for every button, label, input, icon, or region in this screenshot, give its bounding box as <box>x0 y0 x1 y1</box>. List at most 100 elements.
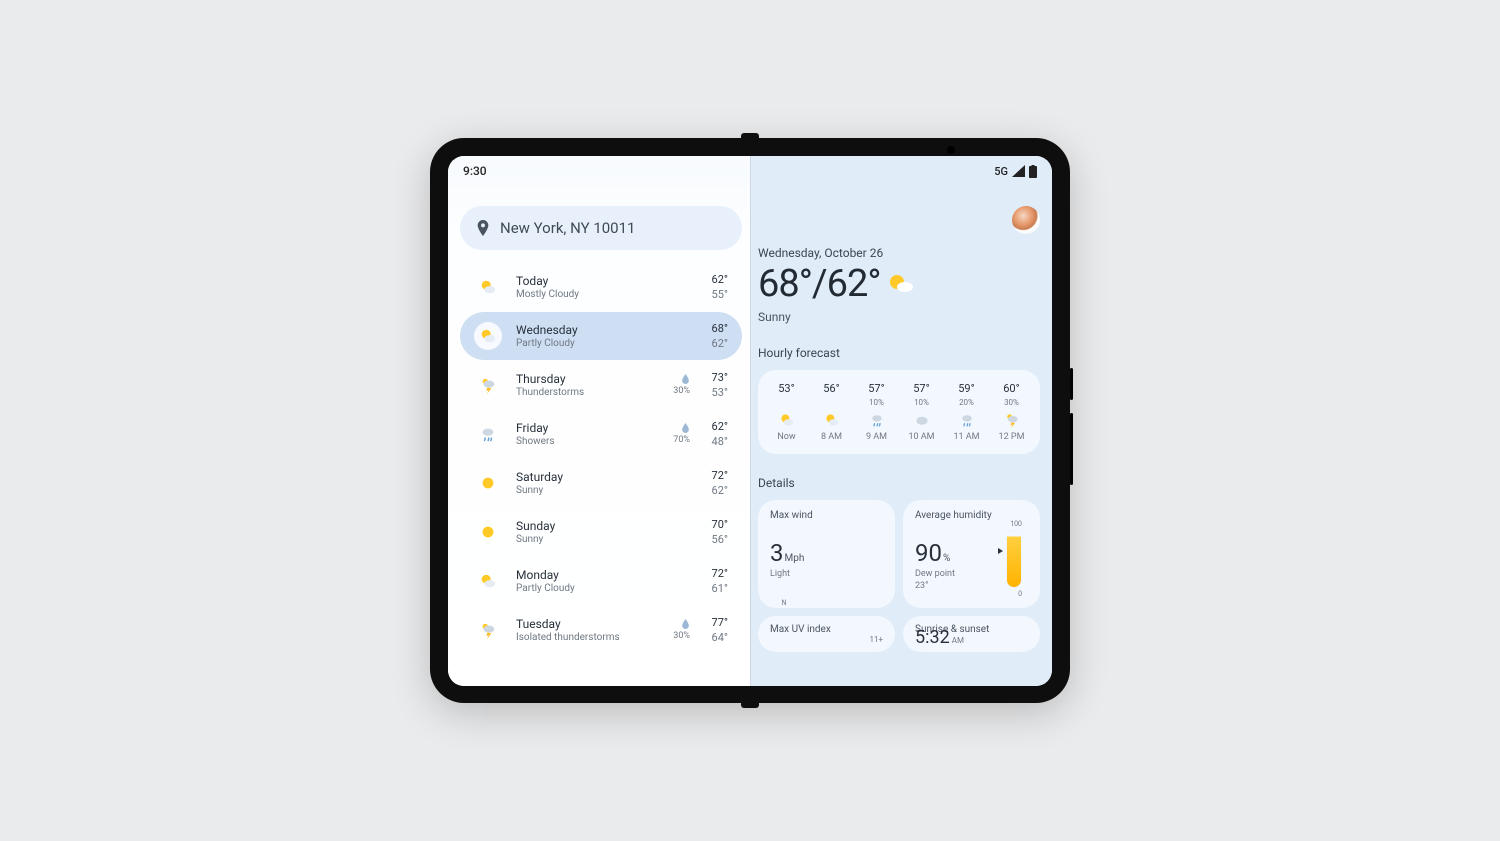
day-name: Sunday <box>516 519 664 533</box>
day-precip: 70% <box>664 423 690 445</box>
device-side-button <box>1070 413 1073 485</box>
hour-label: 8 AM <box>821 432 842 442</box>
day-row[interactable]: Tuesday Isolated thunderstorms 30% 77° 6… <box>460 606 742 654</box>
day-condition: Isolated thunderstorms <box>516 632 664 643</box>
day-precip: 30% <box>664 619 690 641</box>
hour-temp: 53° <box>778 382 794 395</box>
rain-icon <box>868 411 886 429</box>
day-low: 62° <box>712 484 728 497</box>
foldable-device-frame: 9:30 New York, NY 10011 Today Mostly Clo… <box>430 138 1070 703</box>
day-name: Thursday <box>516 372 664 386</box>
hour-temp: 56° <box>823 382 839 395</box>
storm-icon <box>1003 411 1021 429</box>
details-section-title: Details <box>758 476 1040 490</box>
rain-icon <box>474 420 502 448</box>
hour-label: 11 AM <box>953 432 979 442</box>
location-pin-icon <box>476 220 490 236</box>
hour-label: 9 AM <box>866 432 887 442</box>
partly-icon <box>474 322 502 350</box>
day-low: 61° <box>712 582 728 595</box>
hour-column[interactable]: 60° 30% 12 PM <box>990 382 1034 442</box>
humidity-value: 90 <box>915 539 942 567</box>
profile-avatar[interactable] <box>1012 206 1040 234</box>
day-low: 53° <box>712 386 728 399</box>
day-high: 68° <box>712 322 728 335</box>
hero-low-temp: /62° <box>812 262 881 306</box>
day-low: 64° <box>712 631 728 644</box>
rain-icon <box>958 411 976 429</box>
max-wind-card[interactable]: Max wind 3 Mph Light N <box>758 500 895 608</box>
device-screen: 9:30 New York, NY 10011 Today Mostly Clo… <box>448 156 1052 686</box>
day-high: 70° <box>712 518 728 531</box>
day-row[interactable]: Today Mostly Cloudy 62° 55° <box>460 263 742 311</box>
hour-column[interactable]: 56° 8 AM <box>810 382 854 442</box>
sunrise-sunset-card[interactable]: Sunrise & sunset 5:32 AM <box>903 616 1040 652</box>
day-name: Saturday <box>516 470 664 484</box>
day-condition: Thunderstorms <box>516 387 664 398</box>
sun-icon <box>474 518 502 546</box>
location-search[interactable]: New York, NY 10011 <box>460 206 742 250</box>
forecast-list-panel: 9:30 New York, NY 10011 Today Mostly Clo… <box>448 156 750 686</box>
humidity-gauge-icon: 100 0 <box>1006 530 1022 588</box>
day-condition: Sunny <box>516 534 664 545</box>
storm-icon <box>474 371 502 399</box>
day-condition: Partly Cloudy <box>516 338 664 349</box>
day-high: 62° <box>712 273 728 286</box>
current-weather-hero: Wednesday, October 26 68°/62° Sunny <box>758 246 1040 324</box>
sunrise-ampm: AM <box>952 636 964 645</box>
day-low: 48° <box>712 435 728 448</box>
partly-icon <box>823 411 841 429</box>
day-row[interactable]: Wednesday Partly Cloudy 68° 62° <box>460 312 742 360</box>
wind-value: 3 <box>770 539 784 567</box>
hour-column[interactable]: 57° 10% 10 AM <box>900 382 944 442</box>
partly-icon <box>474 273 502 301</box>
partly-cloudy-icon <box>887 262 915 306</box>
hour-temp: 57° <box>913 382 929 395</box>
day-condition: Showers <box>516 436 664 447</box>
day-precip: 30% <box>664 374 690 396</box>
day-row[interactable]: Friday Showers 70% 62° 48° <box>460 410 742 458</box>
hour-precip: 20% <box>959 398 974 408</box>
detail-panel: 5G Wednesday, October 26 68°/62° Sunny H… <box>750 156 1052 686</box>
day-low: 55° <box>712 288 728 301</box>
hour-column[interactable]: 57° 10% 9 AM <box>855 382 899 442</box>
day-high: 62° <box>712 420 728 433</box>
hour-column[interactable]: 59° 20% 11 AM <box>945 382 989 442</box>
hourly-section-title: Hourly forecast <box>758 346 1040 360</box>
network-label: 5G <box>994 165 1008 178</box>
day-condition: Mostly Cloudy <box>516 289 664 300</box>
wind-unit: Mph <box>785 553 805 564</box>
hour-precip: 10% <box>869 398 884 408</box>
day-condition: Partly Cloudy <box>516 583 664 594</box>
cloud-icon <box>913 411 931 429</box>
detail-title: Max UV index <box>770 624 883 635</box>
day-name: Today <box>516 274 664 288</box>
partly-icon <box>474 567 502 595</box>
daily-forecast-list[interactable]: Today Mostly Cloudy 62° 55° Wednesday Pa… <box>460 262 742 686</box>
wind-rose-icon: N <box>760 607 808 608</box>
hero-condition: Sunny <box>758 310 1040 324</box>
day-name: Wednesday <box>516 323 664 337</box>
hour-label: 12 PM <box>999 432 1025 442</box>
hour-precip: 10% <box>914 398 929 408</box>
location-text: New York, NY 10011 <box>500 219 635 237</box>
day-row[interactable]: Sunday Sunny 70° 56° <box>460 508 742 556</box>
day-high: 73° <box>712 371 728 384</box>
day-name: Monday <box>516 568 664 582</box>
hour-temp: 59° <box>958 382 974 395</box>
uv-value: 11+ <box>869 635 883 644</box>
hourly-forecast-card[interactable]: 53° Now 56° 8 AM 57° 10% 9 AM 57° 10% 10… <box>758 370 1040 454</box>
battery-icon <box>1029 165 1037 178</box>
device-side-button <box>1070 368 1073 400</box>
signal-icon <box>1012 165 1025 177</box>
status-time: 9:30 <box>463 164 487 178</box>
uv-index-card[interactable]: Max UV index 11+ <box>758 616 895 652</box>
humidity-card[interactable]: Average humidity 90 % Dew point 23° 100 … <box>903 500 1040 608</box>
hour-column[interactable]: 53° Now <box>765 382 809 442</box>
day-row[interactable]: Saturday Sunny 72° 62° <box>460 459 742 507</box>
day-row[interactable]: Monday Partly Cloudy 72° 61° <box>460 557 742 605</box>
status-bar-left: 9:30 <box>460 156 742 186</box>
day-name: Tuesday <box>516 617 664 631</box>
day-row[interactable]: Thursday Thunderstorms 30% 73° 53° <box>460 361 742 409</box>
hour-precip: 30% <box>1004 398 1019 408</box>
